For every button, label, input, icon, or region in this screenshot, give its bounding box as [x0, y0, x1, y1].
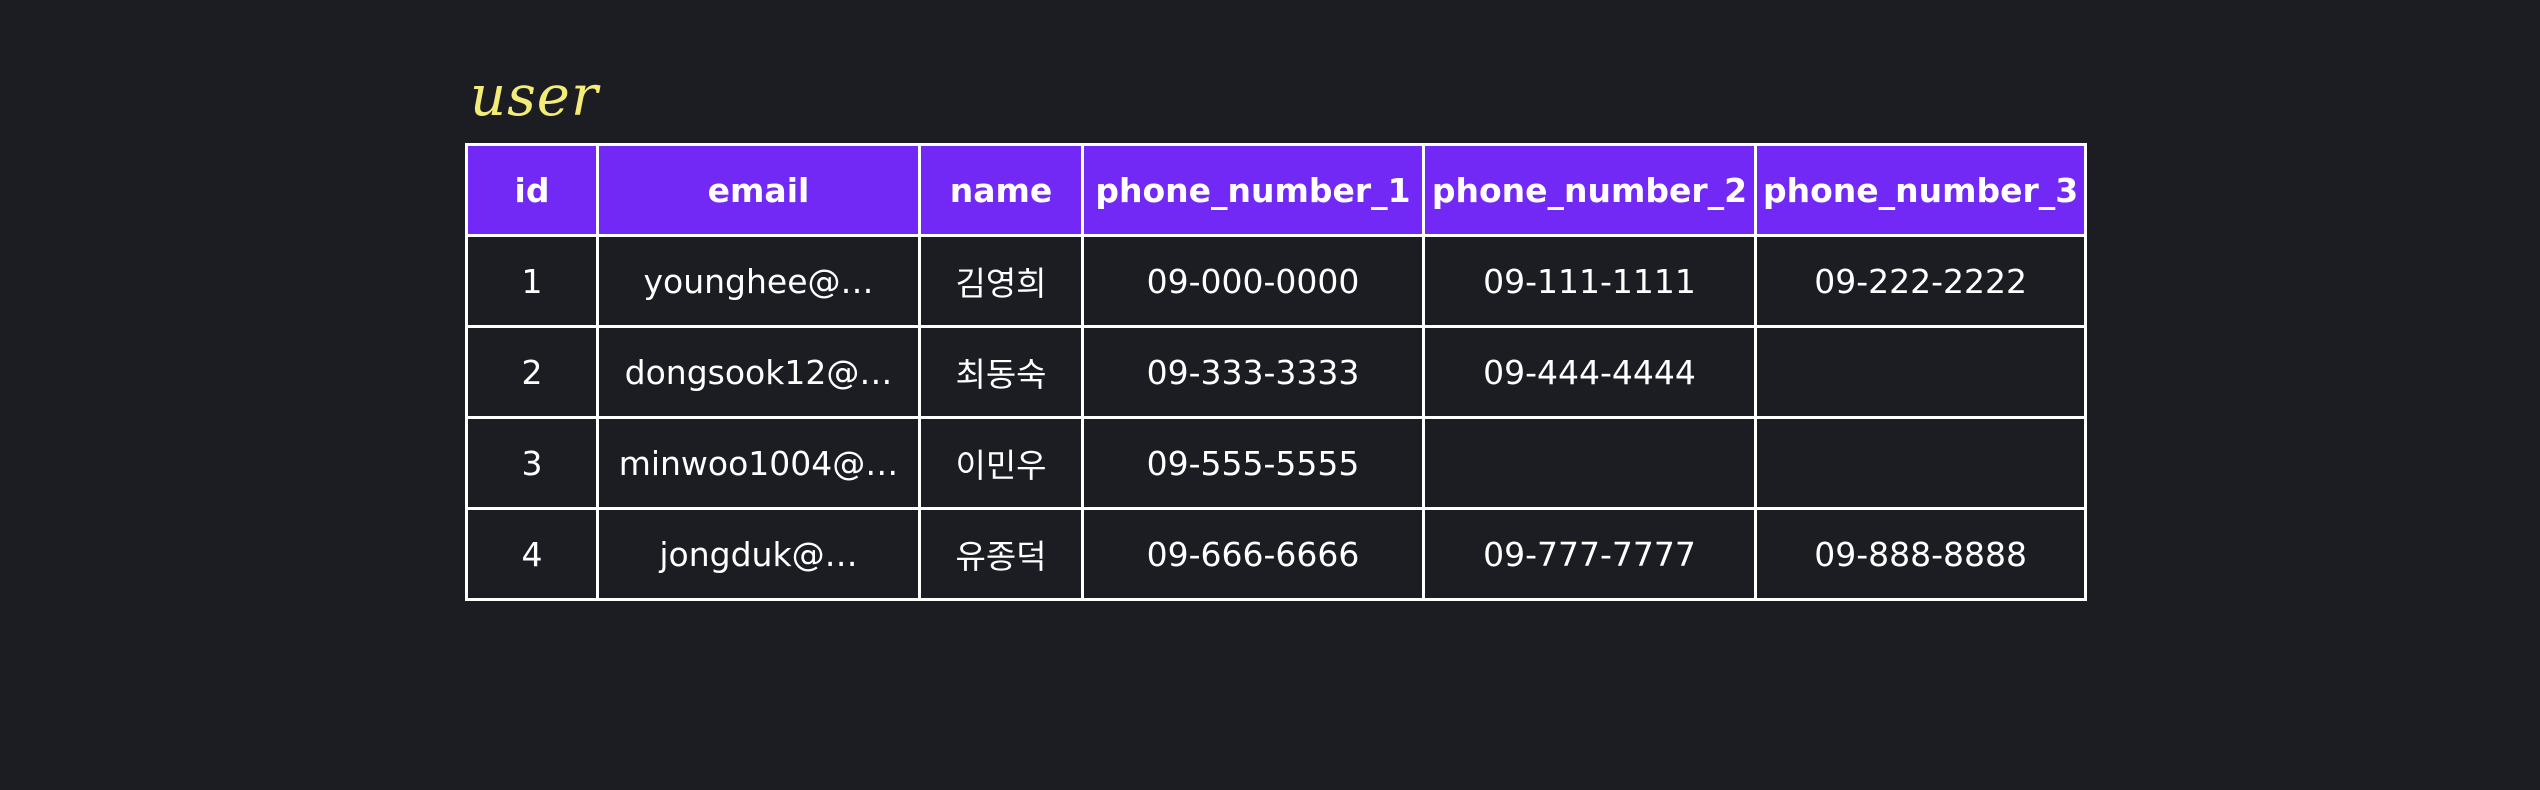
cell-phone-number-2: 09-444-4444 [1422, 325, 1757, 419]
cell-phone-number-1: 09-666-6666 [1081, 507, 1425, 601]
cell-email: jongduk@… [596, 507, 921, 601]
column-header-id: id [465, 143, 599, 237]
cell-phone-number-3 [1753, 325, 2088, 419]
column-header-phone-number-1: phone_number_1 [1081, 143, 1425, 237]
cell-phone-number-2: 09-111-1111 [1422, 234, 1757, 328]
cell-name: 이민우 [918, 416, 1084, 510]
cell-name: 김영희 [918, 234, 1084, 328]
cell-name: 유종덕 [918, 507, 1084, 601]
cell-phone-number-2: 09-777-7777 [1422, 507, 1757, 601]
cell-id: 3 [465, 416, 599, 510]
cell-phone-number-3: 09-222-2222 [1753, 234, 2088, 328]
cell-phone-number-1: 09-333-3333 [1081, 325, 1425, 419]
header-row: id email name phone_number_1 phone_numbe… [465, 143, 2088, 237]
cell-id: 4 [465, 507, 599, 601]
cell-email: minwoo1004@… [596, 416, 921, 510]
table-row: 4 jongduk@… 유종덕 09-666-6666 09-777-7777 … [465, 507, 2088, 601]
table-row: 3 minwoo1004@… 이민우 09-555-5555 [465, 416, 2088, 510]
cell-phone-number-3: 09-888-8888 [1753, 507, 2088, 601]
column-header-name: name [918, 143, 1084, 237]
cell-phone-number-1: 09-000-0000 [1081, 234, 1425, 328]
cell-id: 1 [465, 234, 599, 328]
table-row: 2 dongsook12@… 최동숙 09-333-3333 09-444-44… [465, 325, 2088, 419]
cell-phone-number-2 [1422, 416, 1757, 510]
cell-email: dongsook12@… [596, 325, 921, 419]
column-header-email: email [596, 143, 921, 237]
cell-id: 2 [465, 325, 599, 419]
cell-name: 최동숙 [918, 325, 1084, 419]
column-header-phone-number-3: phone_number_3 [1753, 143, 2088, 237]
column-header-phone-number-2: phone_number_2 [1422, 143, 1757, 237]
cell-phone-number-1: 09-555-5555 [1081, 416, 1425, 510]
cell-email: younghee@… [596, 234, 921, 328]
user-table: id email name phone_number_1 phone_numbe… [465, 143, 2088, 601]
table-row: 1 younghee@… 김영희 09-000-0000 09-111-1111… [465, 234, 2088, 328]
table-title: user [470, 64, 599, 129]
cell-phone-number-3 [1753, 416, 2088, 510]
